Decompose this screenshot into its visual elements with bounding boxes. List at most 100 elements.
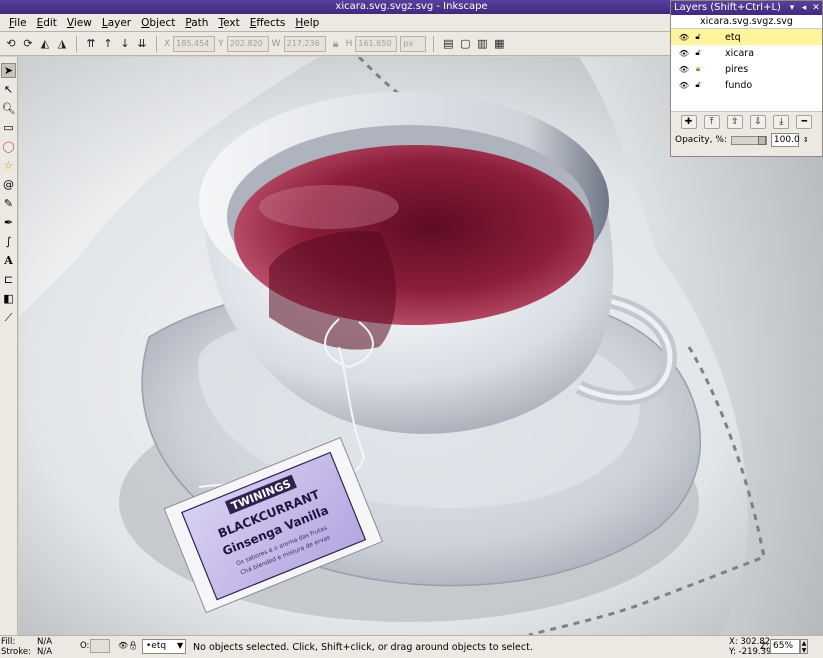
ellipse-tool-icon[interactable]: ◯ [1, 139, 16, 154]
close-icon[interactable]: ✕ [810, 1, 822, 15]
raise-to-top-icon[interactable]: ⇈ [84, 37, 98, 51]
layer-to-top-icon[interactable]: ⤒ [703, 114, 720, 129]
star-tool-icon[interactable]: ☆ [1, 158, 16, 173]
rotate-ccw-icon[interactable]: ⟲ [4, 37, 18, 51]
panel-menu-icon[interactable]: ▾ [786, 1, 798, 15]
unlock-icon[interactable]: 🔓︎ [691, 48, 705, 58]
toolbar-separator [156, 35, 157, 52]
pencil-tool-icon[interactable]: ✎ [1, 196, 16, 211]
lock-ratio-icon[interactable]: 🔒︎ [329, 37, 343, 51]
menu-view[interactable]: View [62, 17, 97, 29]
eye-icon[interactable]: 👁︎ [677, 49, 691, 58]
opacity-label: Opacity, %: [675, 135, 727, 145]
rotate-cw-icon[interactable]: ⟳ [21, 37, 35, 51]
h-field[interactable]: 161.650 [355, 35, 398, 52]
menu-edit[interactable]: Edit [32, 17, 62, 29]
eye-icon[interactable]: 👁︎ [677, 65, 691, 74]
layer-row-pires[interactable]: 👁︎ 🔒︎ pires [671, 61, 822, 77]
layer-name: fundo [725, 79, 753, 91]
opacity-slider[interactable] [730, 135, 767, 145]
layer-actions: ✚ ⤒ ⇧ ⇩ ⤓ ━ [671, 111, 822, 131]
w-label: W [271, 38, 281, 49]
zoom-field[interactable]: 65% [770, 639, 800, 654]
unlock-icon[interactable]: 🔓︎ [691, 80, 705, 90]
fill-value: N/A [37, 637, 53, 647]
spiral-tool-icon[interactable]: @ [1, 177, 16, 192]
flip-vertical-icon[interactable]: ◮ [55, 37, 69, 51]
menu-object[interactable]: Object [136, 17, 180, 29]
fill-label: Fill: [1, 637, 16, 647]
opacity-row: Opacity, %: 100.0 ⇕ [671, 131, 822, 149]
menu-help[interactable]: Help [290, 17, 324, 29]
zoom-tool-icon[interactable]: 🔍︎ [1, 101, 16, 116]
layer-name: pires [725, 63, 749, 75]
add-layer-icon[interactable]: ✚ [680, 114, 697, 129]
pen-tool-icon[interactable]: ✒ [1, 215, 16, 230]
layer-row-fundo[interactable]: 👁︎ 🔓︎ fundo [671, 77, 822, 93]
layers-panel-title-bar: Layers (Shift+Ctrl+L) ▾ ◂ ✕ [671, 1, 822, 15]
units-select[interactable]: px [400, 35, 427, 52]
opacity-input[interactable]: 100.0 [770, 133, 800, 147]
transform-pattern-icon[interactable]: ▦ [492, 37, 506, 51]
zoom-label: Z: [760, 642, 769, 652]
lower-to-bottom-icon[interactable]: ⇊ [135, 37, 149, 51]
y-field[interactable]: 202.820 [226, 35, 269, 52]
menu-effects[interactable]: Effects [245, 17, 291, 29]
layer-up-icon[interactable]: ⇧ [726, 114, 743, 129]
layers-list: 👁︎ 🔓︎ etq 👁︎ 🔓︎ xicara 👁︎ 🔒︎ pires 👁︎ 🔓︎… [671, 28, 822, 111]
remove-layer-icon[interactable]: ━ [796, 114, 813, 129]
lock-icon[interactable]: 🔒︎ [691, 64, 705, 74]
menu-file[interactable]: File [4, 17, 32, 29]
node-tool-icon[interactable]: ↖ [1, 82, 16, 97]
toolbox: ➤ ↖ 🔍︎ ▭ ◯ ☆ @ ✎ ✒ ∫ A ⊏ ◧ ⟋ [0, 57, 18, 635]
flip-horizontal-icon[interactable]: ◭ [38, 37, 52, 51]
opacity-spin-icon[interactable]: ⇕ [803, 136, 809, 144]
opacity-label-short: O: [80, 641, 90, 651]
y-label: Y [218, 38, 224, 49]
layer-name: xicara [725, 47, 755, 59]
zoom-spin-icon[interactable]: ▲ ▼ [800, 639, 808, 654]
layers-document-name: xicara.svg.svgz.svg [671, 15, 822, 28]
opacity-slider-knob[interactable] [757, 135, 766, 145]
toolbar-separator [76, 35, 77, 52]
chevron-down-icon[interactable]: ▼ [177, 641, 183, 650]
raise-icon[interactable]: ↑ [101, 37, 115, 51]
menu-path[interactable]: Path [180, 17, 213, 29]
unlock-icon[interactable]: 🔓︎ [691, 32, 705, 42]
scale-corners-icon[interactable]: ▢ [458, 37, 472, 51]
menu-layer[interactable]: Layer [97, 17, 136, 29]
lower-icon[interactable]: ↓ [118, 37, 132, 51]
rectangle-tool-icon[interactable]: ▭ [1, 120, 16, 135]
h-label: H [345, 38, 353, 49]
eye-icon[interactable]: 👁︎ [677, 33, 691, 42]
object-opacity-field[interactable] [90, 639, 110, 653]
scale-stroke-icon[interactable]: ▤ [441, 37, 455, 51]
window-title: xicara.svg.svgz.svg - Inkscape [335, 1, 488, 12]
layer-name: etq [725, 31, 741, 43]
stroke-label: Stroke: [1, 647, 31, 657]
status-message: No objects selected. Click, Shift+click,… [193, 642, 533, 653]
layer-row-xicara[interactable]: 👁︎ 🔓︎ xicara [671, 45, 822, 61]
transform-gradient-icon[interactable]: ▥ [475, 37, 489, 51]
calligraphy-tool-icon[interactable]: ∫ [1, 234, 16, 249]
layers-panel: Layers (Shift+Ctrl+L) ▾ ◂ ✕ xicara.svg.s… [670, 0, 823, 157]
status-bar: Fill: N/A Stroke: N/A O: 👁︎🔓︎ •etq ▼ No ob… [0, 635, 823, 658]
x-field[interactable]: 185.454 [173, 35, 216, 52]
x-label: X [164, 38, 171, 49]
w-field[interactable]: 217.236 [283, 35, 326, 52]
selector-tool-icon[interactable]: ➤ [1, 63, 16, 78]
layers-panel-title: Layers (Shift+Ctrl+L) [674, 2, 781, 13]
menu-text[interactable]: Text [213, 17, 244, 29]
text-tool-icon[interactable]: A [1, 253, 16, 268]
panel-dock-icon[interactable]: ◂ [798, 1, 810, 15]
layer-row-etq[interactable]: 👁︎ 🔓︎ etq [671, 29, 822, 45]
layer-visibility-lock-icons[interactable]: 👁︎🔓︎ [118, 641, 138, 650]
toolbar-separator [433, 35, 435, 52]
layer-to-bottom-icon[interactable]: ⤓ [773, 114, 790, 129]
eye-icon[interactable]: 👁︎ [677, 81, 691, 90]
connector-tool-icon[interactable]: ⊏ [1, 272, 16, 287]
gradient-tool-icon[interactable]: ◧ [1, 291, 16, 306]
layer-down-icon[interactable]: ⇩ [750, 114, 767, 129]
fill-stroke-indicator[interactable]: Fill: N/A Stroke: N/A [1, 637, 73, 657]
dropper-tool-icon[interactable]: ⟋ [1, 310, 16, 325]
